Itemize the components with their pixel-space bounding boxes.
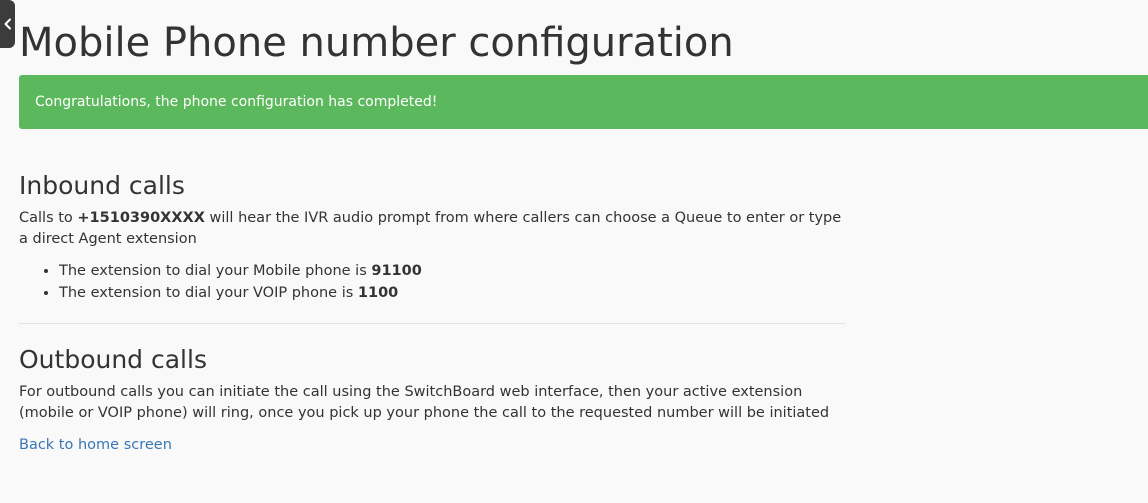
- outbound-calls-heading: Outbound calls: [19, 345, 207, 374]
- extension-item-text: The extension to dial your Mobile phone …: [59, 263, 372, 279]
- extension-item-voip: The extension to dial your VOIP phone is…: [59, 282, 845, 304]
- success-alert: Congratulations, the phone configuration…: [19, 75, 1148, 129]
- back-to-home-link[interactable]: Back to home screen: [19, 435, 172, 455]
- section-divider: [19, 323, 845, 324]
- extension-list: The extension to dial your Mobile phone …: [19, 260, 845, 304]
- extension-item-mobile: The extension to dial your Mobile phone …: [59, 260, 845, 282]
- inbound-desc-prefix: Calls to: [19, 210, 78, 226]
- outbound-calls-description: For outbound calls you can initiate the …: [19, 384, 830, 421]
- outbound-calls-section: Outbound calls For outbound calls you ca…: [19, 344, 845, 455]
- sidebar-toggle-button[interactable]: [0, 0, 15, 48]
- extension-item-value: 1100: [357, 285, 399, 301]
- inbound-phone-number: +1510390XXXX: [77, 210, 205, 226]
- main-content: Inbound calls Calls to +1510390XXXX will…: [19, 170, 845, 455]
- page-title: Mobile Phone number configuration: [19, 20, 734, 66]
- success-alert-message: Congratulations, the phone configuration…: [35, 94, 438, 110]
- inbound-calls-description: Calls to +1510390XXXX will hear the IVR …: [19, 208, 845, 250]
- inbound-calls-heading: Inbound calls: [19, 171, 185, 200]
- inbound-calls-section: Inbound calls Calls to +1510390XXXX will…: [19, 170, 845, 304]
- extension-item-text: The extension to dial your VOIP phone is: [59, 285, 358, 301]
- extension-item-value: 91100: [371, 263, 422, 279]
- chevron-left-icon: [4, 18, 11, 30]
